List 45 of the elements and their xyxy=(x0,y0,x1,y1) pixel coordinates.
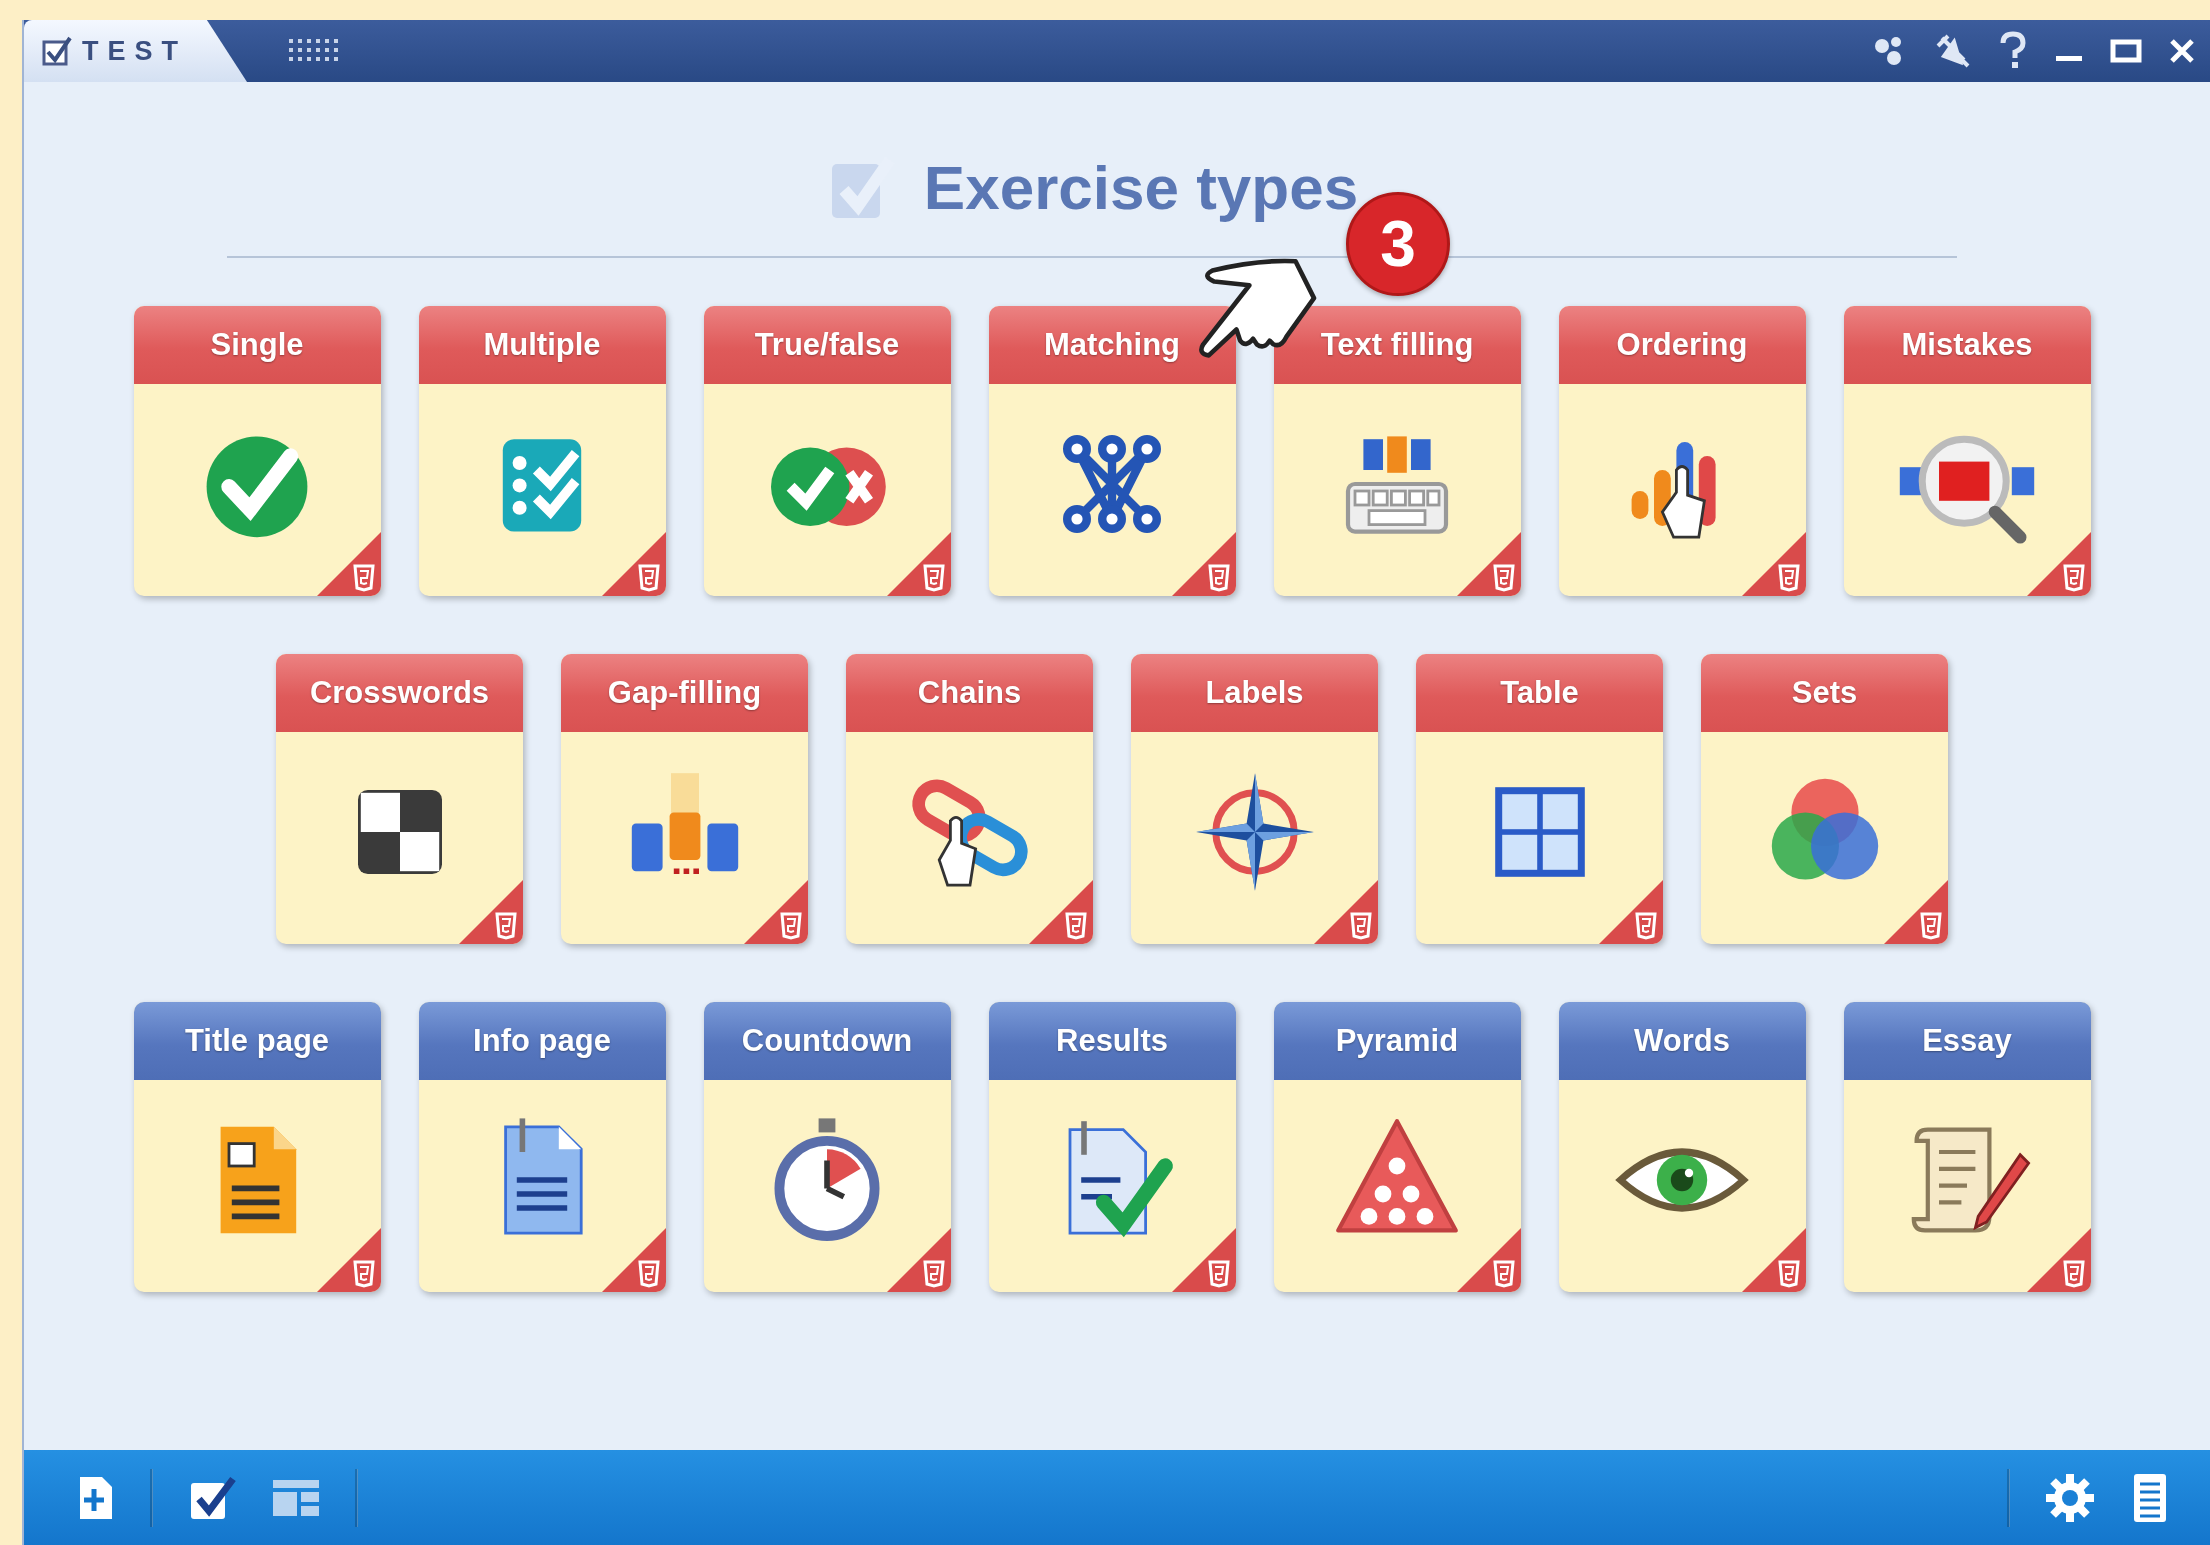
html5-corner-icon xyxy=(1029,880,1093,944)
html5-corner-icon xyxy=(1884,880,1948,944)
exercise-type-card[interactable]: Pyramid xyxy=(1273,1002,1521,1292)
html5-corner-icon xyxy=(1314,880,1378,944)
html5-corner-icon xyxy=(1741,532,1806,596)
exercise-type-card[interactable]: Chains xyxy=(846,654,1093,944)
exercise-type-card[interactable]: Mistakes xyxy=(1843,306,2091,596)
html5-corner-icon xyxy=(2026,1228,2091,1292)
exercise-type-card[interactable]: Table xyxy=(1416,654,1663,944)
html5-corner-icon xyxy=(316,532,381,596)
exercise-type-card[interactable]: True/false xyxy=(703,306,951,596)
exercise-type-card[interactable]: Results xyxy=(988,1002,1236,1292)
exercise-type-card[interactable]: Single xyxy=(133,306,381,596)
html5-corner-icon xyxy=(2026,532,2091,596)
exercise-type-card[interactable]: Ordering xyxy=(1558,306,1806,596)
exercise-type-card[interactable]: Labels xyxy=(1131,654,1378,944)
exercise-type-card[interactable]: Words xyxy=(1558,1002,1806,1292)
html5-corner-icon xyxy=(1741,1228,1806,1292)
html5-corner-icon xyxy=(1171,532,1236,596)
html5-corner-icon xyxy=(1456,1228,1521,1292)
app-tab[interactable]: TEST xyxy=(24,20,247,82)
html5-corner-icon xyxy=(601,532,666,596)
exercise-type-card[interactable]: Countdown xyxy=(703,1002,951,1292)
exercise-type-card[interactable]: Text filling xyxy=(1273,306,1521,596)
exercise-type-card[interactable]: Title page xyxy=(133,1002,381,1292)
html5-corner-icon xyxy=(601,1228,666,1292)
html5-corner-icon xyxy=(316,1228,381,1292)
checkbox-icon xyxy=(42,34,72,68)
help-icon[interactable] xyxy=(1998,31,2028,71)
html5-corner-icon xyxy=(459,880,523,944)
html5-corner-icon xyxy=(1171,1228,1236,1292)
exercise-type-card[interactable]: Gap-filling xyxy=(561,654,808,944)
html5-corner-icon xyxy=(1456,532,1521,596)
exercise-type-card[interactable]: Essay xyxy=(1843,1002,2091,1292)
exercise-type-card[interactable]: Matching xyxy=(988,306,1236,596)
html5-corner-icon xyxy=(1599,880,1663,944)
exercise-type-card[interactable]: Multiple xyxy=(418,306,666,596)
html5-corner-icon xyxy=(744,880,808,944)
exercise-type-card[interactable]: Info page xyxy=(418,1002,666,1292)
settings-icon[interactable] xyxy=(2044,1471,2096,1524)
pin-icon[interactable] xyxy=(1934,32,1972,70)
html5-corner-icon xyxy=(886,532,951,596)
exercise-type-card[interactable]: Sets xyxy=(1701,654,1948,944)
html5-corner-icon xyxy=(886,1228,951,1292)
exercise-type-card[interactable]: Crosswords xyxy=(276,654,523,944)
